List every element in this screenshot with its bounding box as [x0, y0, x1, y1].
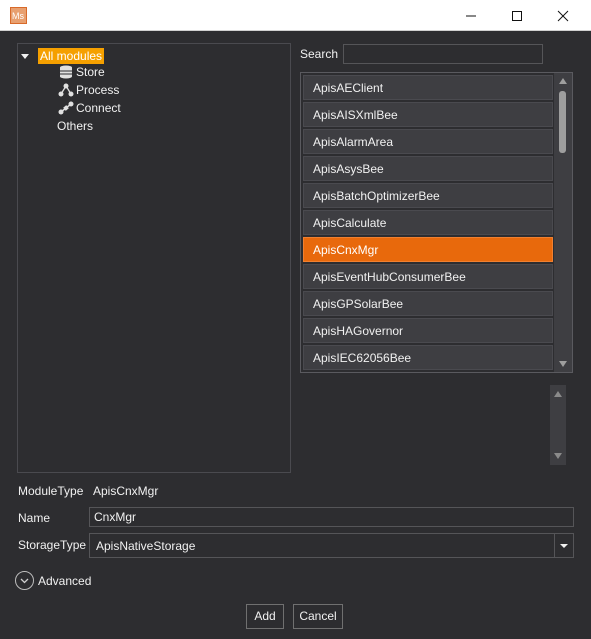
scroll-down-icon[interactable]: [559, 361, 567, 367]
maximize-button[interactable]: [494, 0, 540, 31]
module-list-item[interactable]: ApisBatchOptimizerBee: [303, 183, 553, 208]
storage-type-value: ApisNativeStorage: [96, 539, 196, 553]
name-input[interactable]: [89, 507, 574, 527]
connect-icon: [58, 101, 74, 115]
storage-type-dropdown-button[interactable]: [554, 534, 573, 557]
tree-item-all-modules[interactable]: All modules: [18, 48, 138, 64]
tree-item-others[interactable]: Others: [57, 118, 157, 134]
app-logo-icon: Ms: [10, 7, 27, 24]
tree-item-label: Process: [76, 83, 120, 97]
scroll-up-icon[interactable]: [559, 78, 567, 84]
tree-item-label: Connect: [76, 101, 121, 115]
module-list-item[interactable]: ApisAEClient: [303, 75, 553, 100]
title-bar: Ms: [0, 0, 591, 31]
module-list-item[interactable]: ApisGPSolarBee: [303, 291, 553, 316]
process-icon: [58, 83, 74, 97]
search-label: Search: [300, 47, 339, 61]
add-button[interactable]: Add: [246, 604, 284, 629]
svg-text:Ms: Ms: [12, 11, 24, 21]
module-list[interactable]: ApisAEClient ApisAISXmlBee ApisAlarmArea…: [300, 72, 573, 373]
close-icon: [557, 10, 569, 21]
expand-circle-icon: [15, 571, 34, 590]
tree-item-store[interactable]: Store: [58, 64, 158, 80]
maximize-icon: [512, 10, 522, 21]
module-type-label: ModuleType: [18, 484, 84, 498]
module-list-item[interactable]: ApisIEC62056Bee: [303, 345, 553, 370]
module-list-item[interactable]: ApisHAGovernor: [303, 318, 553, 343]
module-list-item[interactable]: ApisEventHubConsumerBee: [303, 264, 553, 289]
module-list-item[interactable]: ApisAsysBee: [303, 156, 553, 181]
storage-type-select[interactable]: ApisNativeStorage: [89, 533, 574, 558]
scroll-down-icon[interactable]: [554, 453, 562, 459]
database-icon: [60, 65, 72, 79]
module-list-item[interactable]: ApisCalculate: [303, 210, 553, 235]
cancel-button[interactable]: Cancel: [293, 604, 343, 629]
advanced-toggle[interactable]: Advanced: [15, 571, 105, 591]
advanced-label: Advanced: [38, 574, 92, 588]
module-list-item[interactable]: ApisAlarmArea: [303, 129, 553, 154]
module-type-value: ApisCnxMgr: [93, 484, 159, 498]
tree-root-label: All modules: [38, 48, 105, 64]
scroll-thumb[interactable]: [559, 91, 566, 153]
module-list-scrollbar[interactable]: [554, 73, 572, 372]
chevron-down-icon: [560, 543, 568, 548]
module-list-item[interactable]: ApisAISXmlBee: [303, 102, 553, 127]
scroll-up-icon[interactable]: [554, 391, 562, 397]
properties-scrollbar[interactable]: [550, 385, 566, 465]
name-label: Name: [18, 511, 51, 525]
storage-type-label: StorageType: [18, 538, 87, 552]
minimize-button[interactable]: [448, 0, 494, 31]
search-input[interactable]: [343, 44, 543, 64]
minimize-icon: [466, 15, 476, 16]
tree-item-label: Others: [57, 119, 94, 133]
expand-arrow-icon[interactable]: [21, 54, 29, 59]
tree-item-label: Store: [76, 65, 105, 79]
module-category-tree: All modules Store Process Connect Others: [17, 43, 291, 473]
close-button[interactable]: [540, 0, 586, 31]
tree-item-connect[interactable]: Connect: [58, 100, 158, 116]
module-list-item[interactable]: ApisCnxMgr: [303, 237, 553, 262]
tree-item-process[interactable]: Process: [58, 82, 158, 98]
